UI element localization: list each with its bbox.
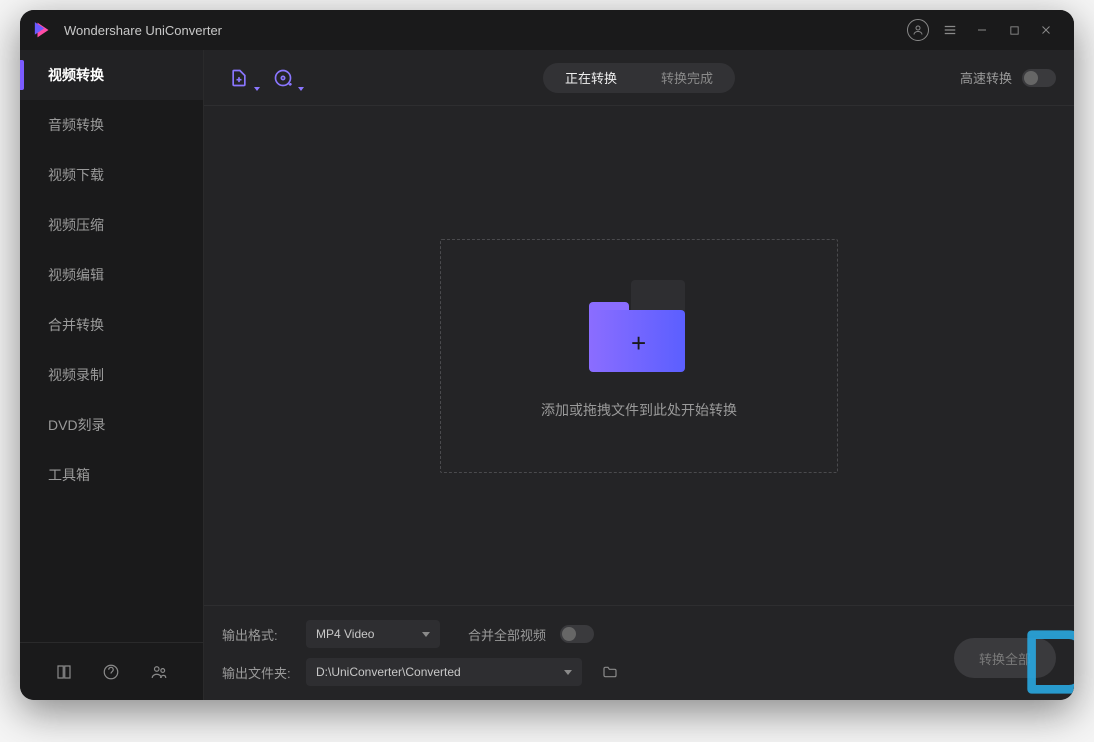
sidebar-item-label: 视频录制 <box>48 365 104 385</box>
sidebar-footer <box>20 642 203 700</box>
dropzone[interactable]: + 添加或拖拽文件到此处开始转换 <box>440 239 838 473</box>
maximize-button[interactable] <box>998 14 1030 46</box>
minimize-icon <box>976 24 988 36</box>
account-button[interactable] <box>902 14 934 46</box>
toolbar: 正在转换 转换完成 高速转换 <box>204 50 1074 106</box>
community-button[interactable] <box>146 659 172 685</box>
merge-all-label: 合并全部视频 <box>468 625 546 644</box>
sidebar-item-merge-convert[interactable]: 合并转换 <box>20 300 203 350</box>
convert-all-label: 转换全部 <box>979 649 1031 668</box>
status-tabs: 正在转换 转换完成 <box>543 63 735 93</box>
sidebar-item-label: 视频转换 <box>48 65 104 85</box>
sidebar-item-video-record[interactable]: 视频录制 <box>20 350 203 400</box>
output-format-value: MP4 Video <box>316 627 374 641</box>
app-title: Wondershare UniConverter <box>64 23 222 38</box>
convert-all-button[interactable]: 转换全部 <box>954 638 1056 678</box>
close-button[interactable] <box>1030 14 1062 46</box>
sidebar-item-audio-convert[interactable]: 音频转换 <box>20 100 203 150</box>
output-folder-row: 输出文件夹: D:\UniConverter\Converted <box>222 658 1056 686</box>
toolbar-right: 高速转换 <box>960 68 1056 87</box>
fast-convert-toggle[interactable] <box>1022 69 1056 87</box>
sidebar-item-video-compress[interactable]: 视频压缩 <box>20 200 203 250</box>
add-folder-icon: + <box>589 292 689 372</box>
fast-convert-label: 高速转换 <box>960 68 1012 87</box>
sidebar-item-label: 工具箱 <box>48 465 90 485</box>
sidebar-item-toolbox[interactable]: 工具箱 <box>20 450 203 500</box>
tab-converting[interactable]: 正在转换 <box>543 63 639 93</box>
output-folder-value: D:\UniConverter\Converted <box>316 665 461 679</box>
output-format-select[interactable]: MP4 Video <box>306 620 440 648</box>
sidebar-item-label: 视频下载 <box>48 165 104 185</box>
add-dvd-button[interactable] <box>266 61 300 95</box>
tutorial-button[interactable] <box>51 659 77 685</box>
tab-converted[interactable]: 转换完成 <box>639 63 735 93</box>
bottom-bar: 输出格式: MP4 Video 合并全部视频 输出文件夹: D:\UniConv… <box>204 605 1074 700</box>
dropzone-text: 添加或拖拽文件到此处开始转换 <box>541 400 737 420</box>
chevron-down-icon <box>298 87 304 91</box>
tab-label: 转换完成 <box>661 68 713 87</box>
chevron-down-icon <box>422 632 430 637</box>
help-button[interactable] <box>98 659 124 685</box>
disc-add-icon <box>273 68 293 88</box>
output-folder-select[interactable]: D:\UniConverter\Converted <box>306 658 582 686</box>
book-icon <box>55 663 73 681</box>
content-area: + 添加或拖拽文件到此处开始转换 <box>204 106 1074 605</box>
people-icon <box>150 663 168 681</box>
sidebar-item-video-download[interactable]: 视频下载 <box>20 150 203 200</box>
sidebar-item-label: 视频编辑 <box>48 265 104 285</box>
sidebar-items: 视频转换 音频转换 视频下载 视频压缩 视频编辑 合并转换 视频录制 DVD刻录… <box>20 50 203 642</box>
chevron-down-icon <box>254 87 260 91</box>
add-file-icon <box>229 68 249 88</box>
add-file-button[interactable] <box>222 61 256 95</box>
output-format-row: 输出格式: MP4 Video 合并全部视频 <box>222 620 1056 648</box>
output-folder-label: 输出文件夹: <box>222 663 292 682</box>
app-window: Wondershare UniConverter 视频转换 音频转换 视频下载 … <box>20 10 1074 700</box>
sidebar-item-label: DVD刻录 <box>48 415 106 435</box>
tab-label: 正在转换 <box>565 68 617 87</box>
sidebar-item-label: 音频转换 <box>48 115 104 135</box>
sidebar-item-video-convert[interactable]: 视频转换 <box>20 50 203 100</box>
chevron-down-icon <box>564 670 572 675</box>
open-folder-button[interactable] <box>596 658 624 686</box>
output-format-label: 输出格式: <box>222 625 292 644</box>
app-logo-icon <box>32 19 54 41</box>
app-body: 视频转换 音频转换 视频下载 视频压缩 视频编辑 合并转换 视频录制 DVD刻录… <box>20 50 1074 700</box>
minimize-button[interactable] <box>966 14 998 46</box>
sidebar: 视频转换 音频转换 视频下载 视频压缩 视频编辑 合并转换 视频录制 DVD刻录… <box>20 50 204 700</box>
sidebar-item-label: 视频压缩 <box>48 215 104 235</box>
titlebar: Wondershare UniConverter <box>20 10 1074 50</box>
menu-button[interactable] <box>934 14 966 46</box>
main-panel: 正在转换 转换完成 高速转换 + 添加或拖拽文件到此处开始转换 <box>204 50 1074 700</box>
sidebar-item-video-edit[interactable]: 视频编辑 <box>20 250 203 300</box>
avatar-icon <box>907 19 929 41</box>
maximize-icon <box>1009 25 1020 36</box>
help-icon <box>102 663 120 681</box>
sidebar-item-label: 合并转换 <box>48 315 104 335</box>
sidebar-item-dvd-burn[interactable]: DVD刻录 <box>20 400 203 450</box>
hamburger-icon <box>943 23 957 37</box>
folder-icon <box>602 664 618 680</box>
merge-all-toggle[interactable] <box>560 625 594 643</box>
close-icon <box>1040 24 1052 36</box>
